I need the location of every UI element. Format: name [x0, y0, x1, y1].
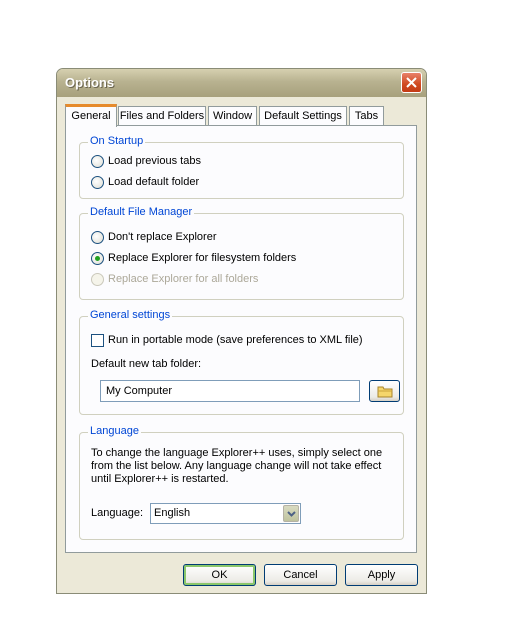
- group-title: Default File Manager: [88, 206, 195, 218]
- close-icon: [406, 77, 417, 88]
- default-folder-input[interactable]: My Computer: [100, 380, 360, 402]
- language-selected-value: English: [154, 507, 191, 519]
- dropdown-arrow[interactable]: [283, 505, 299, 522]
- default-file-manager-group: Default File Manager Don't replace Explo…: [79, 206, 404, 300]
- radio-button[interactable]: [91, 176, 104, 189]
- apply-button[interactable]: Apply: [345, 564, 418, 586]
- portable-mode-checkbox[interactable]: [91, 334, 104, 347]
- option-label: Load default folder: [108, 176, 200, 188]
- radio-button[interactable]: [91, 155, 104, 168]
- option-label: Replace Explorer for filesystem folders: [108, 252, 297, 264]
- tab-window[interactable]: Window: [208, 106, 257, 126]
- tab-files-and-folders[interactable]: Files and Folders: [118, 106, 206, 126]
- group-title: General settings: [88, 309, 173, 321]
- folder-icon: [377, 386, 393, 398]
- language-group: Language To change the language Explorer…: [79, 425, 404, 540]
- options-dialog: Options General Files and Folders Window…: [56, 68, 427, 594]
- on-startup-group: On Startup Load previous tabs Load defau…: [79, 135, 404, 199]
- radio-button-selected[interactable]: [91, 252, 104, 265]
- language-description: To change the language Explorer++ uses, …: [91, 447, 383, 485]
- language-dropdown[interactable]: English: [150, 503, 301, 524]
- radio-button-disabled: [91, 273, 104, 286]
- ok-button[interactable]: OK: [183, 564, 256, 586]
- group-title: On Startup: [88, 135, 146, 147]
- language-label: Language:: [91, 507, 143, 519]
- browse-folder-button[interactable]: [369, 380, 400, 402]
- general-settings-group: General settings Run in portable mode (s…: [79, 309, 404, 415]
- default-folder-label: Default new tab folder:: [91, 358, 202, 370]
- general-tab-panel: On Startup Load previous tabs Load defau…: [65, 125, 417, 553]
- tab-default-settings[interactable]: Default Settings: [259, 106, 347, 126]
- group-title: Language: [88, 425, 141, 437]
- tab-tabs[interactable]: Tabs: [349, 106, 384, 126]
- close-button[interactable]: [401, 72, 422, 93]
- cancel-button[interactable]: Cancel: [264, 564, 337, 586]
- option-label: Run in portable mode (save preferences t…: [108, 334, 363, 346]
- tab-general[interactable]: General: [65, 104, 117, 127]
- option-label: Load previous tabs: [108, 155, 201, 167]
- option-label: Replace Explorer for all folders: [108, 273, 259, 285]
- window-title: Options: [65, 75, 115, 90]
- chevron-down-icon: [287, 511, 296, 517]
- option-label: Don't replace Explorer: [108, 231, 217, 243]
- title-bar[interactable]: Options: [57, 69, 426, 97]
- radio-button[interactable]: [91, 231, 104, 244]
